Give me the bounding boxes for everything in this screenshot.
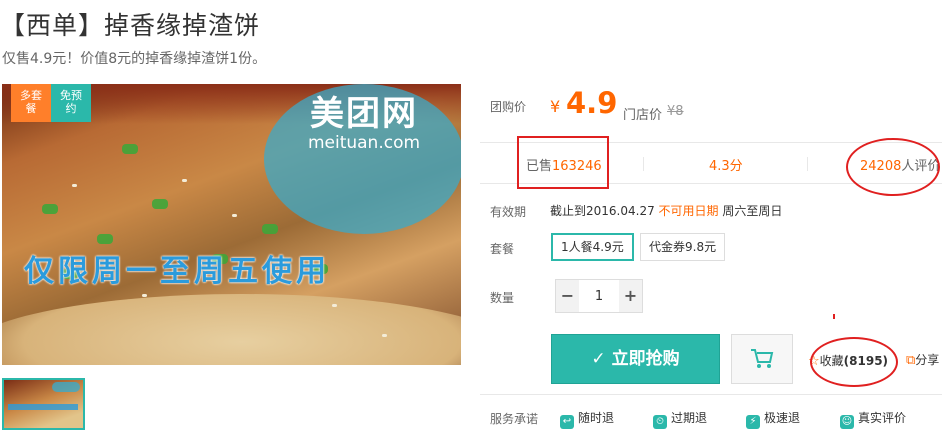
deal-title: 【西单】掉香缘掉渣饼 xyxy=(0,11,261,40)
sesame-6 xyxy=(142,294,147,297)
annotation-ellipse xyxy=(846,138,940,196)
store-price: ¥8 xyxy=(667,104,684,119)
deal-info-panel: 团购价 ¥ 4.9 门店价 ¥8 已售163246 4.3分 24208人评价 … xyxy=(480,0,942,433)
share-icon: ⧉ xyxy=(906,353,916,368)
annotation-box xyxy=(517,136,609,189)
share-button[interactable]: ⧉分享 xyxy=(906,351,939,368)
add-to-cart-button[interactable] xyxy=(731,334,793,384)
package-option-voucher[interactable]: 代金券9.8元 xyxy=(640,233,726,261)
rating-value: 4.3分 xyxy=(709,159,743,174)
quantity-input[interactable]: 1 xyxy=(579,280,619,312)
image-crust xyxy=(2,294,461,365)
refund-icon: ↩ xyxy=(560,415,574,429)
product-image: 多套餐 免预约 美团网 meituan.com 仅限周一至周五使用 xyxy=(2,84,461,365)
watermark-logo: 美团网 meituan.com xyxy=(264,84,461,234)
package-option-single[interactable]: 1人餐4.9元 xyxy=(551,233,634,261)
service-label: 过期退 xyxy=(671,411,708,425)
service-label: 极速退 xyxy=(764,411,801,425)
scallion-3 xyxy=(152,199,168,209)
watermark-cn: 美团网 xyxy=(310,94,418,134)
promo-text: 仅限周一至周五使用 xyxy=(24,254,330,289)
scallion-1 xyxy=(42,204,58,214)
buy-now-button[interactable]: ✓ 立即抢购 xyxy=(551,334,720,384)
thumbnail-promo xyxy=(8,404,78,410)
quantity-stepper: − 1 + xyxy=(555,279,643,313)
unavailable-label: 不可用日期 xyxy=(658,204,719,218)
validity-text: 截止到2016.04.27 不可用日期 周六至周日 xyxy=(550,202,782,219)
sesame-1 xyxy=(72,184,77,187)
quantity-plus-button[interactable]: + xyxy=(619,280,642,312)
watermark-en: meituan.com xyxy=(307,133,421,153)
validity-until: 截止到2016.04.27 xyxy=(550,204,655,218)
expiry-icon: ⏲ xyxy=(653,415,667,429)
sesame-3 xyxy=(232,214,237,217)
service-real-review[interactable]: ☺ 真实评价 xyxy=(840,409,906,429)
quantity-label: 数量 xyxy=(490,291,515,305)
no-reservation-badge: 免预约 xyxy=(51,84,91,122)
scallion-2 xyxy=(97,234,113,244)
service-label: 真实评价 xyxy=(858,411,907,425)
package-label: 套餐 xyxy=(490,242,515,256)
stats-divider xyxy=(643,157,644,171)
user-icon: ☺ xyxy=(840,415,854,429)
stats-divider xyxy=(807,157,808,171)
sesame-5 xyxy=(382,334,387,337)
service-anytime-refund[interactable]: ↩ 随时退 xyxy=(560,409,614,429)
annotation-ellipse xyxy=(810,337,898,387)
unavailable-days: 周六至周日 xyxy=(722,204,783,218)
service-fast-refund[interactable]: ⚡ 极速退 xyxy=(746,409,800,429)
thumbnail-watermark xyxy=(52,382,80,392)
share-label: 分享 xyxy=(915,353,940,367)
fast-refund-icon: ⚡ xyxy=(746,415,760,429)
validity-label: 有效期 xyxy=(490,205,527,219)
rating-stat[interactable]: 4.3分 xyxy=(709,155,743,174)
sesame-4 xyxy=(332,304,337,307)
sesame-2 xyxy=(182,179,187,182)
service-expiry-refund[interactable]: ⏲ 过期退 xyxy=(653,409,707,429)
price-label: 团购价 xyxy=(490,100,527,114)
multi-package-badge: 多套餐 xyxy=(11,84,51,122)
services-label: 服务承诺 xyxy=(490,412,539,426)
image-thumbnail[interactable] xyxy=(2,378,85,430)
cart-icon xyxy=(750,345,774,370)
annotation-mark xyxy=(833,314,835,319)
services-divider xyxy=(480,394,942,395)
service-label: 随时退 xyxy=(578,411,615,425)
currency-symbol: ¥ xyxy=(550,97,561,116)
store-price-label: 门店价 xyxy=(623,108,663,123)
deal-price: 4.9 xyxy=(566,86,618,120)
scallion-6 xyxy=(122,144,138,154)
quantity-minus-button[interactable]: − xyxy=(556,280,579,312)
deal-subtitle: 仅售4.9元！价值8元的掉香缘掉渣饼1份。 xyxy=(2,51,267,67)
scallion-5 xyxy=(262,224,278,234)
